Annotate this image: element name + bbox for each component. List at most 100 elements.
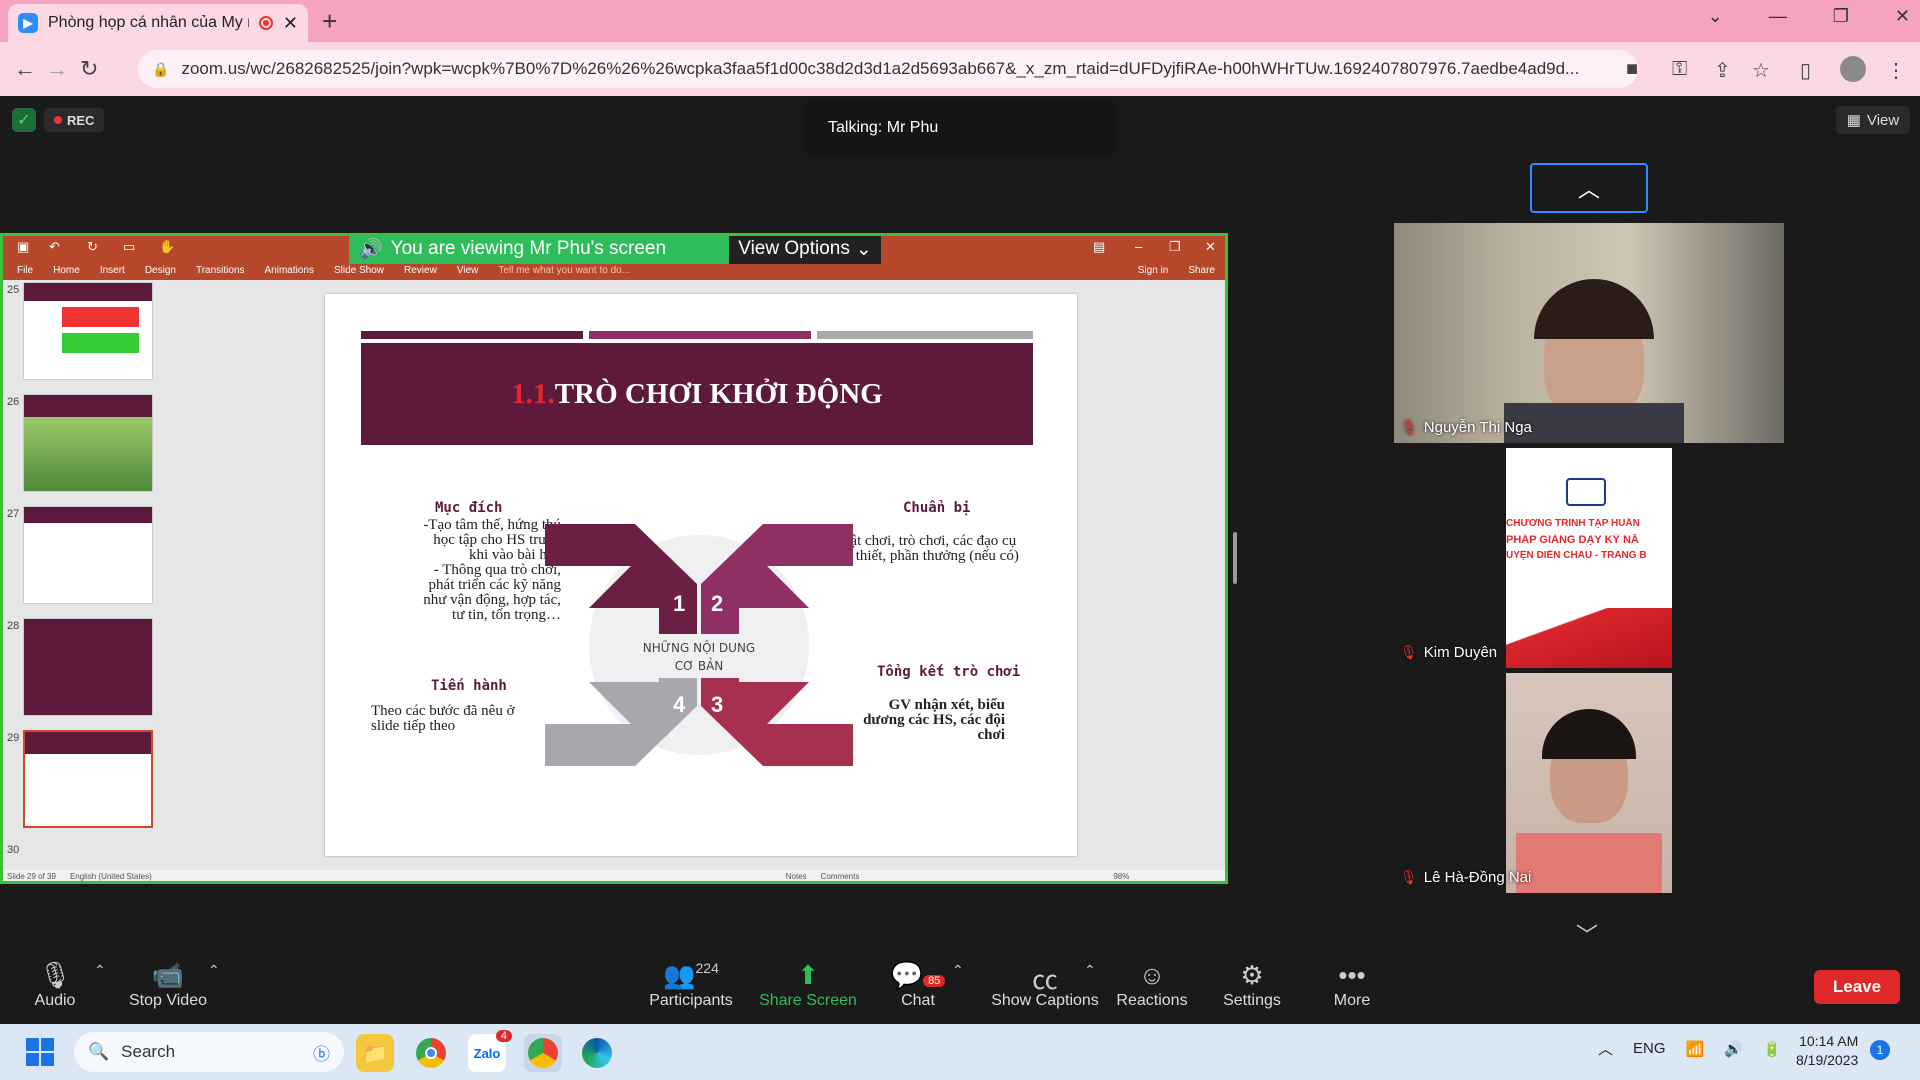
maximize-icon[interactable]: ❐	[1833, 6, 1849, 27]
reactions-button[interactable]: ☺ Reactions	[1097, 960, 1207, 1010]
wifi-icon[interactable]: 📶	[1686, 1040, 1705, 1058]
quadrant-4-label: 4	[673, 692, 686, 717]
profile-avatar[interactable]	[1840, 56, 1866, 82]
ribbon-tab-slideshow: Slide Show	[333, 264, 385, 276]
browser-menu-icon[interactable]: ⋮	[1886, 58, 1906, 83]
decor-bar	[589, 331, 811, 339]
participant-name-tag: 🎙 Nguyễn Thị Nga	[1400, 419, 1532, 436]
url-text: zoom.us/wc/2682682525/join?wpk=wcpk%7B0%…	[181, 59, 1580, 78]
edge-icon[interactable]	[578, 1034, 616, 1072]
undo-icon: ↶	[49, 239, 60, 254]
four-arrows-diagram: 1 2 3 4 NHỮNG NỘI DUNG CƠ BẢN	[545, 524, 853, 766]
participant-tile[interactable]: CHƯƠNG TRÌNH TẬP HUẤN PHÁP GIẢNG DẠY KỸ …	[1394, 448, 1784, 668]
camera-icon[interactable]: ■	[1626, 58, 1638, 81]
key-icon[interactable]: ⚿	[1672, 58, 1687, 81]
battery-icon[interactable]: 🔋	[1763, 1040, 1782, 1058]
gear-icon: ⚙	[1240, 960, 1264, 990]
muc-dich-heading: Mục đích	[435, 500, 503, 516]
mic-muted-icon: 🎙	[1400, 644, 1418, 660]
leave-button[interactable]: Leave	[1814, 970, 1900, 1004]
participant-name: Kim Duyên	[1423, 644, 1498, 661]
participant-hair	[1542, 709, 1636, 759]
ribbon-tab-animations: Animations	[264, 264, 314, 276]
participants-label: Participants	[649, 992, 733, 1009]
forward-icon[interactable]: →	[46, 56, 68, 82]
ppt-minimize-icon: –	[1135, 239, 1143, 254]
new-tab-button[interactable]: +	[322, 6, 337, 37]
search-icon: 🔍	[88, 1042, 110, 1061]
show-hidden-icons-chevron[interactable]: ︿	[1598, 1038, 1613, 1059]
participants-button[interactable]: 👥224 Participants	[636, 960, 746, 1010]
language-indicator[interactable]: ENG	[1633, 1040, 1666, 1057]
bookmark-star-icon[interactable]: ☆	[1752, 58, 1770, 83]
reactions-label: Reactions	[1116, 992, 1188, 1009]
captions-options-caret[interactable]: ⌃	[1084, 962, 1096, 979]
encryption-shield-icon[interactable]: ✓	[12, 108, 36, 132]
chuan-bi-heading: Chuẩn bị	[903, 500, 971, 516]
chat-badge: 85	[923, 975, 946, 987]
audio-options-caret[interactable]: ⌃	[94, 962, 106, 979]
mic-muted-icon: 🎙	[1400, 419, 1418, 435]
ribbon-signin: Sign in	[1137, 264, 1169, 276]
quadrant-3-label: 3	[711, 692, 723, 717]
file-explorer-icon[interactable]: 📁	[356, 1034, 394, 1072]
gallery-scroll-down-button[interactable]: ﹀	[1576, 918, 1598, 950]
reload-icon[interactable]: ↻	[80, 56, 98, 82]
notification-badge[interactable]: 1	[1870, 1040, 1890, 1060]
video-camera-icon: 📹	[151, 960, 185, 990]
status-language: English (United States)	[69, 871, 152, 881]
redo-icon: ↻	[87, 239, 98, 254]
more-button[interactable]: ••• More	[1297, 960, 1407, 1010]
decor-bar	[361, 331, 583, 339]
quadrant-2-label: 2	[711, 591, 723, 616]
minimize-icon[interactable]: —	[1769, 6, 1787, 27]
chrome-icon[interactable]	[412, 1034, 450, 1072]
talking-indicator: Talking: Mr Phu	[804, 100, 1116, 156]
stop-video-button[interactable]: 📹 Stop Video	[113, 960, 223, 1010]
slide-title-text: TRÒ CHƠI KHỞI ĐỘNG	[554, 377, 883, 410]
share-page-icon[interactable]: ⇪	[1714, 58, 1731, 83]
close-tab-icon[interactable]: ✕	[283, 13, 298, 34]
stop-video-label: Stop Video	[129, 992, 207, 1009]
browser-tab[interactable]: ▶ Phòng họp cá nhân của My r ✕	[8, 4, 308, 42]
side-panel-icon[interactable]: ▯	[1800, 58, 1811, 83]
chrome-active-icon[interactable]	[524, 1034, 562, 1072]
participant-tile[interactable]: 🎙 Lê Hà-Đồng Nai	[1394, 673, 1784, 893]
ribbon-tab-insert: Insert	[99, 264, 125, 276]
red-banner-decor	[1506, 608, 1672, 668]
view-options-button[interactable]: View Options ⌄	[729, 236, 881, 264]
taskbar-search[interactable]: 🔍 Search ⓑ	[74, 1032, 344, 1072]
volume-icon[interactable]: 🔊	[1724, 1040, 1743, 1058]
chat-options-caret[interactable]: ⌃	[952, 962, 964, 979]
recording-badge[interactable]: REC	[44, 108, 105, 132]
back-icon[interactable]: ←	[14, 56, 36, 82]
view-button[interactable]: ▦ View	[1836, 106, 1910, 134]
participants-count: 224	[695, 960, 719, 976]
thumb-number: 27	[7, 508, 20, 520]
thumb-number: 30	[7, 844, 20, 856]
ppt-restore-icon: ❐	[1169, 239, 1181, 254]
share-screen-button[interactable]: ⬆ Share Screen	[753, 960, 863, 1010]
participant-name: Lê Hà-Đồng Nai	[1423, 869, 1532, 886]
more-label: More	[1333, 992, 1371, 1009]
windows-start-icon[interactable]	[26, 1038, 54, 1066]
participant-tile[interactable]: 🎙 Nguyễn Thị Nga	[1394, 223, 1784, 443]
shared-line-3: UYỆN DIỄN CHÂU - TRÀNG B	[1506, 550, 1647, 561]
url-field[interactable]: 🔒 zoom.us/wc/2682682525/join?wpk=wcpk%7B…	[138, 50, 1638, 88]
settings-button[interactable]: ⚙ Settings	[1197, 960, 1307, 1010]
close-window-icon[interactable]: ✕	[1895, 6, 1910, 27]
thumb-number: 25	[7, 284, 20, 296]
taskbar-clock[interactable]: 10:14 AM 8/19/2023	[1796, 1032, 1858, 1070]
shared-line-2: PHÁP GIẢNG DẠY KỸ NĂ	[1506, 534, 1639, 546]
participant-name-tag: 🎙 Kim Duyên	[1400, 644, 1497, 661]
splitter-handle[interactable]	[1233, 532, 1237, 584]
tab-search-icon[interactable]: ⌄	[1708, 6, 1723, 27]
participants-icon: 👥224	[663, 960, 719, 990]
speaker-icon: 🔊	[359, 239, 383, 260]
muc-dich-body: -Tạo tâm thế, hứng thú học tập cho HS trư…	[423, 517, 561, 623]
zalo-icon[interactable]: Zalo 4	[468, 1030, 512, 1072]
gallery-scroll-up-button[interactable]: ︿	[1530, 163, 1648, 213]
start-slideshow-icon: ▭	[123, 239, 136, 254]
video-options-caret[interactable]: ⌃	[208, 962, 220, 979]
slide-thumbnail	[23, 506, 153, 604]
